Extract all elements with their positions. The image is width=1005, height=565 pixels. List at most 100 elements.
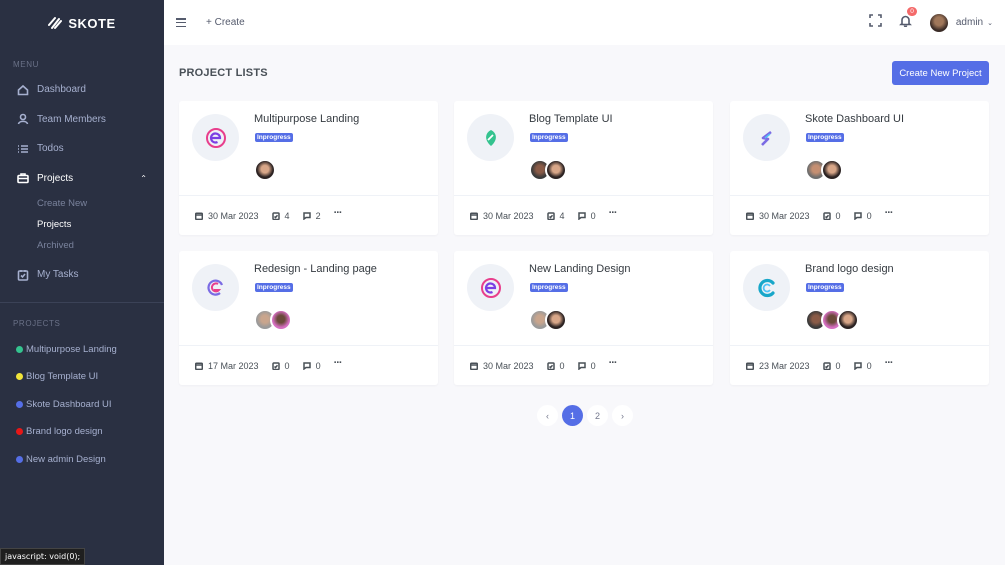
page-title: PROJECT LISTS xyxy=(179,67,268,79)
project-title[interactable]: Brand logo design xyxy=(805,263,894,275)
comment-count: 0 xyxy=(302,361,321,371)
sidebar-project-brand-logo[interactable]: Brand logo design xyxy=(0,418,164,446)
more-options-icon[interactable]: ··· xyxy=(609,357,618,368)
more-options-icon[interactable]: ··· xyxy=(334,207,343,218)
briefcase-icon xyxy=(17,172,29,184)
due-date: 30 Mar 2023 xyxy=(470,211,534,221)
pagination-next[interactable]: › xyxy=(612,405,633,426)
e-logo-icon xyxy=(467,264,514,311)
more-options-icon[interactable]: ··· xyxy=(885,357,894,368)
status-dot xyxy=(16,345,23,353)
sidebar-project-label: Multipurpose Landing xyxy=(26,343,117,355)
sidebar-project-new-admin[interactable]: New admin Design xyxy=(0,446,164,474)
task-count: 4 xyxy=(546,211,565,221)
user-name: admin xyxy=(955,17,984,28)
more-options-icon[interactable]: ··· xyxy=(334,357,343,368)
task-icon xyxy=(546,211,555,220)
c-logo-icon xyxy=(743,264,790,311)
calendar-icon xyxy=(195,361,203,370)
project-title[interactable]: Blog Template UI xyxy=(529,113,613,125)
status-dot xyxy=(16,400,23,408)
sidebar-project-label: Blog Template UI xyxy=(26,371,99,383)
calendar-icon xyxy=(746,361,754,370)
notification-badge: 0 xyxy=(907,6,917,16)
status-badge: Inprogress xyxy=(530,283,568,292)
sidebar-item-todos[interactable]: Todos xyxy=(0,134,164,164)
avatar xyxy=(929,13,948,32)
status-dot xyxy=(16,455,23,463)
avatar[interactable] xyxy=(545,159,567,181)
sidebar-divider xyxy=(0,301,164,303)
comment-count: 2 xyxy=(302,211,321,221)
sidebar-subitem-archived[interactable]: Archived xyxy=(0,235,164,256)
calendar-icon xyxy=(195,211,203,220)
status-badge: Inprogress xyxy=(255,283,293,292)
status-badge: Inprogress xyxy=(806,283,844,292)
list-icon xyxy=(17,143,29,155)
skote-logo-icon xyxy=(48,17,63,29)
due-date: 30 Mar 2023 xyxy=(470,361,534,371)
more-options-icon[interactable]: ··· xyxy=(885,207,894,218)
calendar-icon xyxy=(746,211,754,220)
team-avatars xyxy=(254,159,276,181)
sidebar-item-label: Projects xyxy=(37,172,74,184)
team-avatars xyxy=(805,309,859,331)
team-avatars xyxy=(529,309,567,331)
pagination-page-1[interactable]: 1 xyxy=(562,405,583,426)
comment-icon xyxy=(577,211,586,220)
sidebar-item-label: Todos xyxy=(37,143,64,155)
project-title[interactable]: Skote Dashboard UI xyxy=(805,113,904,125)
sidebar-item-team-members[interactable]: Team Members xyxy=(0,105,164,135)
s-logo-icon xyxy=(743,114,790,161)
task-count: 4 xyxy=(271,211,290,221)
sidebar-item-label: Dashboard xyxy=(37,84,86,96)
task-count: 0 xyxy=(546,361,565,371)
sidebar-item-dashboard[interactable]: Dashboard xyxy=(0,75,164,105)
comment-icon xyxy=(853,361,862,370)
task-count: 0 xyxy=(271,361,290,371)
create-link[interactable]: + Create xyxy=(206,17,245,28)
sidebar-project-multipurpose-landing[interactable]: Multipurpose Landing xyxy=(0,336,164,364)
sidebar-project-skote-dashboard[interactable]: Skote Dashboard UI xyxy=(0,391,164,419)
fullscreen-icon[interactable] xyxy=(869,13,882,32)
menu-toggle-icon[interactable] xyxy=(176,18,186,27)
notifications-button[interactable]: 0 xyxy=(898,6,917,32)
brand-logo[interactable]: SKOTE xyxy=(0,0,164,46)
project-card: Blog Template UI Inprogress 30 Mar 2023 … xyxy=(454,101,713,235)
sidebar-item-projects[interactable]: Projects ⌃ xyxy=(0,164,164,194)
sidebar-project-label: Brand logo design xyxy=(26,426,103,438)
sidebar-subitem-projects[interactable]: Projects xyxy=(0,214,164,235)
avatar[interactable] xyxy=(270,309,292,331)
task-icon xyxy=(271,361,280,370)
more-options-icon[interactable]: ··· xyxy=(609,207,618,218)
comment-icon xyxy=(577,361,586,370)
comment-count: 0 xyxy=(577,211,596,221)
browser-status-tip: javascript: void(0); xyxy=(0,548,86,565)
team-avatars xyxy=(805,159,843,181)
avatar[interactable] xyxy=(254,159,276,181)
user-menu[interactable]: admin ⌄ xyxy=(929,13,993,32)
comment-icon xyxy=(302,361,311,370)
sidebar: SKOTE MENU Dashboard Team Members Todos … xyxy=(0,0,164,565)
team-avatars xyxy=(254,309,292,331)
task-icon xyxy=(546,361,555,370)
project-title[interactable]: New Landing Design xyxy=(529,263,631,275)
task-count: 0 xyxy=(822,361,841,371)
project-title[interactable]: Redesign - Landing page xyxy=(254,263,377,275)
avatar[interactable] xyxy=(545,309,567,331)
comment-count: 0 xyxy=(853,361,872,371)
sidebar-project-blog-template[interactable]: Blog Template UI xyxy=(0,363,164,391)
project-title[interactable]: Multipurpose Landing xyxy=(254,113,359,125)
comment-icon xyxy=(302,211,311,220)
chevron-down-icon: ⌄ xyxy=(987,19,993,27)
sidebar-subitem-create-new[interactable]: Create New xyxy=(0,193,164,214)
avatar[interactable] xyxy=(837,309,859,331)
calendar-icon xyxy=(470,211,478,220)
create-new-project-button[interactable]: Create New Project xyxy=(892,61,989,85)
pagination-page-2[interactable]: 2 xyxy=(587,405,608,426)
project-card: Skote Dashboard UI Inprogress 30 Mar 202… xyxy=(730,101,989,235)
pagination-prev[interactable]: ‹ xyxy=(537,405,558,426)
avatar[interactable] xyxy=(821,159,843,181)
task-icon xyxy=(822,361,831,370)
sidebar-item-my-tasks[interactable]: My Tasks xyxy=(0,260,164,290)
